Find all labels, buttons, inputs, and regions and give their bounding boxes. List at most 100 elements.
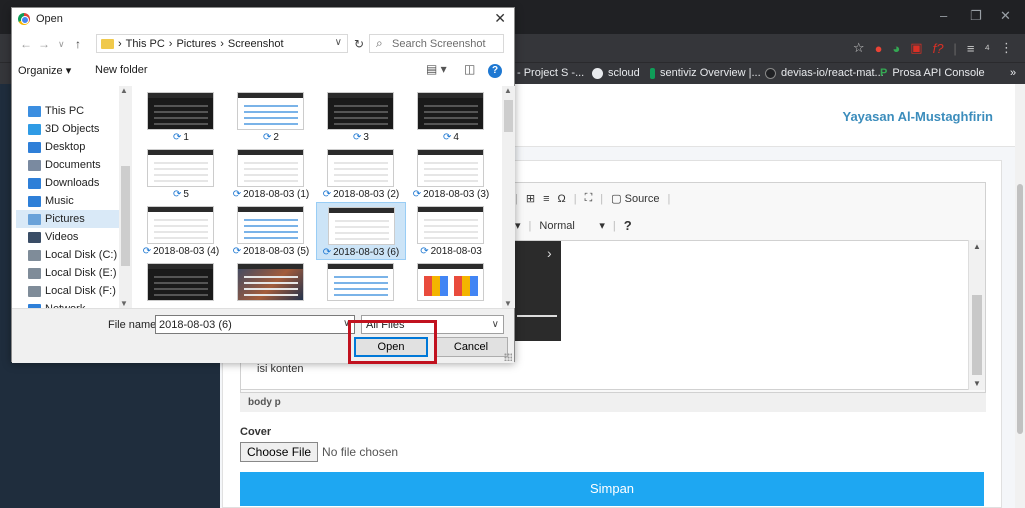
scroll-down-icon[interactable]: ▼ xyxy=(504,299,512,308)
file-thumbnail xyxy=(328,207,395,245)
file-tile[interactable] xyxy=(136,259,226,308)
nav-scrollbar[interactable]: ▲ ▼ xyxy=(119,86,132,308)
bookmark-item[interactable]: scloud xyxy=(592,67,640,79)
more-bookmarks-icon[interactable]: » xyxy=(1010,67,1016,79)
reader-icon[interactable]: ≡ xyxy=(967,41,975,56)
dropdown-arrow-icon[interactable]: ▾ xyxy=(599,219,605,232)
nav-item[interactable]: Music xyxy=(16,192,120,210)
chevron-down-icon[interactable]: ∨ xyxy=(335,37,342,48)
forward-arrow-icon[interactable]: → xyxy=(38,37,50,51)
view-options-icon[interactable]: ▤ ▾ xyxy=(426,62,447,76)
brand-name[interactable]: Yayasan Al-Mustaghfirin xyxy=(843,109,994,124)
file-thumbnail xyxy=(237,149,304,187)
nav-item[interactable]: Local Disk (C:) xyxy=(16,246,120,264)
scrollbar-thumb[interactable] xyxy=(504,100,513,132)
back-arrow-icon[interactable]: ← xyxy=(20,37,32,51)
omega-icon[interactable]: Ω xyxy=(558,193,566,205)
nav-item[interactable]: Documents xyxy=(16,156,120,174)
sync-icon: ⟳ xyxy=(142,246,152,257)
maximize-editor-icon[interactable]: ⛶ xyxy=(585,192,593,205)
file-tile[interactable]: ⟳ 2018-08-03 (2) xyxy=(316,145,406,203)
resize-grip-icon[interactable] xyxy=(504,353,512,361)
scrollbar-thumb[interactable] xyxy=(1017,184,1023,434)
file-tile[interactable] xyxy=(226,259,316,308)
horizontal-line-icon[interactable]: ≡ xyxy=(543,193,549,205)
extension-red-icon[interactable]: ● xyxy=(875,41,883,56)
element-path[interactable]: body p xyxy=(248,397,281,408)
breadcrumb-item[interactable]: Screenshot xyxy=(228,38,284,50)
help-icon[interactable]: ? xyxy=(488,64,502,78)
file-tile[interactable]: ⟳ 2 xyxy=(226,88,316,146)
star-icon[interactable]: ☆ xyxy=(853,40,865,56)
file-tile[interactable]: ⟳ 2018-08-03 (3) xyxy=(406,145,496,203)
sync-icon: ⟳ xyxy=(263,132,272,143)
file-tile[interactable]: ⟳ 2018-08-03 (4) xyxy=(136,202,226,260)
source-button[interactable]: ▢ Source xyxy=(611,192,659,205)
recent-chevron-icon[interactable]: ∨ xyxy=(58,39,65,50)
dropdown-arrow-icon[interactable]: ▾ xyxy=(515,219,521,232)
nav-item-label: Local Disk (C:) xyxy=(45,249,118,261)
extension-f-icon[interactable]: f? xyxy=(933,41,944,56)
scroll-up-icon[interactable]: ▲ xyxy=(504,86,512,95)
save-button[interactable]: Simpan xyxy=(240,472,984,506)
nav-item[interactable]: Pictures xyxy=(16,210,120,228)
editor-text[interactable]: isi konten xyxy=(257,363,303,375)
nav-item[interactable]: 3D Objects xyxy=(16,120,120,138)
bookmark-item[interactable]: sentiviz Overview |... xyxy=(650,67,761,79)
sync-icon: ⟳ xyxy=(412,189,422,200)
preview-pane-icon[interactable]: ◫ xyxy=(464,62,475,76)
organize-button[interactable]: Organize ▾ xyxy=(18,64,71,77)
scrollbar-thumb[interactable] xyxy=(972,295,982,375)
nav-item[interactable]: Local Disk (F:) xyxy=(16,282,120,300)
cancel-button[interactable]: Cancel xyxy=(434,337,508,357)
breadcrumb-item[interactable]: Pictures xyxy=(176,38,216,50)
nav-item-label: Music xyxy=(45,195,74,207)
breadcrumb[interactable]: › This PC › Pictures › Screenshot ∨ xyxy=(96,34,348,53)
file-tile[interactable] xyxy=(316,259,406,308)
minimize-icon[interactable]: – xyxy=(940,8,947,23)
grid-scrollbar[interactable]: ▲ ▼ xyxy=(502,86,515,308)
extension-pdf-icon[interactable]: ▣ xyxy=(910,40,922,56)
scroll-up-icon[interactable]: ▲ xyxy=(973,242,981,251)
nav-item[interactable]: Videos xyxy=(16,228,120,246)
close-icon[interactable]: ✕ xyxy=(1000,8,1011,24)
scrollbar-thumb[interactable] xyxy=(121,166,130,266)
file-tile[interactable]: ⟳ 5 xyxy=(136,145,226,203)
file-tile[interactable]: ⟳ 3 xyxy=(316,88,406,146)
bookmark-item[interactable]: - Project S -... xyxy=(517,67,584,79)
menu-icon[interactable]: ⋮ xyxy=(1000,40,1013,56)
choose-file-button[interactable]: Choose File xyxy=(240,442,319,462)
new-folder-button[interactable]: New folder xyxy=(95,64,148,76)
extension-green-icon[interactable]: ◕ xyxy=(892,41,900,56)
file-tile[interactable]: ⟳ 2018-08-03 (1) xyxy=(226,145,316,203)
translate-icon[interactable]: ⁴ xyxy=(984,41,990,56)
editor-scrollbar[interactable]: ▲ ▼ xyxy=(968,240,985,390)
table-icon[interactable]: ⊞ xyxy=(526,192,535,205)
format-select[interactable]: Normal xyxy=(539,220,591,232)
scroll-up-icon[interactable]: ▲ xyxy=(120,86,128,95)
up-arrow-icon[interactable]: ↑ xyxy=(75,37,81,51)
file-tile[interactable]: ⟳ 1 xyxy=(136,88,226,146)
bookmark-item[interactable]: devias-io/react-mat... xyxy=(765,67,884,79)
help-icon[interactable]: ? xyxy=(624,218,632,233)
breadcrumb-item[interactable]: This PC xyxy=(126,38,165,50)
maximize-icon[interactable]: ❐ xyxy=(970,8,982,24)
file-tile[interactable] xyxy=(406,259,496,308)
nav-item[interactable]: Desktop xyxy=(16,138,120,156)
page-scrollbar[interactable] xyxy=(1015,84,1025,508)
scroll-down-icon[interactable]: ▼ xyxy=(120,299,128,308)
bookmark-item[interactable]: P Prosa API Console xyxy=(880,67,985,79)
nav-item[interactable]: Network xyxy=(16,300,120,308)
scroll-down-icon[interactable]: ▼ xyxy=(973,379,981,388)
file-tile[interactable]: ⟳ 2018-08-03 xyxy=(406,202,496,260)
nav-item[interactable]: Downloads xyxy=(16,174,120,192)
file-tile[interactable]: ⟳ 2018-08-03 (5) xyxy=(226,202,316,260)
nav-item[interactable]: Local Disk (E:) xyxy=(16,264,120,282)
file-tile[interactable]: ⟳ 4 xyxy=(406,88,496,146)
nav-item[interactable]: This PC xyxy=(16,102,120,120)
search-input[interactable]: ⌕ Search Screenshot xyxy=(369,34,504,53)
close-icon[interactable]: ✕ xyxy=(494,10,506,27)
file-name-input[interactable]: 2018-08-03 (6) xyxy=(155,315,355,334)
refresh-icon[interactable]: ↻ xyxy=(354,37,364,51)
file-tile[interactable]: ⟳ 2018-08-03 (6) xyxy=(316,202,406,260)
